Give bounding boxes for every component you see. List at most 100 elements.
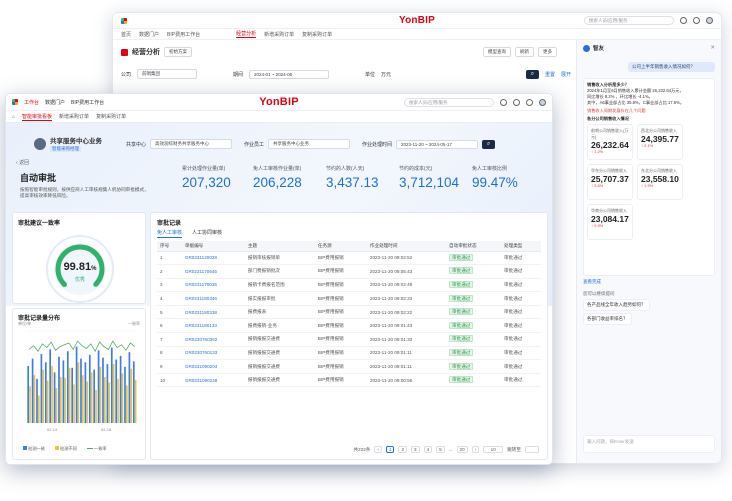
app-grid-icon[interactable] [12, 99, 18, 105]
filter-center-select[interactable]: 高效润综财务共享服务中心 [150, 139, 233, 149]
tab-new-po[interactable]: 新增采购订单 [264, 31, 294, 38]
avatar[interactable] [539, 98, 546, 106]
bar-consistent [115, 359, 118, 423]
doc-number[interactable]: GR0231180338 [181, 305, 245, 320]
suggested-prompt[interactable]: 各部门收益率排名？ [583, 313, 632, 325]
filter-staff-select[interactable]: 共享服务中心业务 [268, 139, 351, 149]
filter-center-label: 共享中心 [126, 141, 147, 148]
filter-period-select[interactable]: 2024-01 ~ 2024-06 [249, 69, 330, 79]
message-icon[interactable] [500, 98, 507, 106]
table-row[interactable]: 7 GR0230760362 报销报报交通费 BIP费用报销 2023-11-20 09… [157, 332, 541, 347]
page-button[interactable]: 1 [385, 446, 395, 453]
doc-number[interactable]: GR0230760362 [181, 332, 245, 347]
jump-input[interactable] [525, 446, 539, 453]
page-button[interactable]: 3 [411, 446, 420, 453]
tab-business-analysis[interactable]: 经营分析 [236, 30, 257, 38]
banner-title: 自动审批 [20, 173, 57, 183]
doc-number[interactable]: GR0231090228 [181, 373, 245, 388]
branch-card[interactable]: 东北分公司销售收入 23,558.10 ↑ 1.9% [637, 164, 683, 200]
table-row[interactable]: 4 GR0231180346 报实报报审批 BIP费用报销 2023-11-20 09:… [157, 291, 541, 306]
page-button[interactable]: 2 [398, 446, 408, 453]
search-button[interactable]: ⌕ [482, 139, 496, 149]
page-button[interactable]: 5 [436, 446, 445, 453]
bar-consistent [58, 356, 60, 423]
more-button[interactable]: 更多 [538, 47, 557, 57]
doc-number[interactable]: GR0231180346 [181, 291, 245, 306]
table-row[interactable]: 6 GR0231180133 报费报销-业务 BIP费用报销 2023-11-20 09… [157, 318, 541, 334]
tab-home[interactable]: 首页 [121, 31, 131, 38]
page-size-select[interactable]: 10 [483, 446, 504, 453]
branch-card[interactable]: 前哨公司销售收入(万元) 26,232.64 ↑ 1.2% [587, 124, 633, 160]
bell-icon[interactable] [680, 17, 687, 24]
view-more-link[interactable]: 查看完成 [583, 279, 715, 285]
table-row[interactable]: 3 GR0231170035 报销卡费报名范围 BIP费用报销 2023-11-20 0… [157, 278, 541, 293]
card-value: 24,395.77 [641, 134, 679, 144]
row-status: 审批通过 [446, 264, 501, 279]
tab-copy-po[interactable]: 复制采购订单 [96, 113, 126, 120]
tab-new-po[interactable]: 新增采购订单 [59, 113, 89, 120]
status-badge: 审批通过 [449, 362, 474, 370]
jump-label: 跳转至 [507, 446, 521, 452]
tab-bip-expense[interactable]: BIP费用工作台 [71, 99, 104, 106]
doc-number[interactable]: GR0231120028 [181, 251, 245, 266]
doc-number[interactable]: GR0231170645 [181, 264, 245, 279]
kpi-label: 节约的成本(元) [399, 166, 433, 172]
tab-auto-review[interactable]: 免人工审核 [157, 229, 183, 238]
chat-input[interactable]: 输入问题，按Enter发送 [583, 435, 715, 453]
plan-selector[interactable]: 初始方案 [164, 47, 192, 57]
app-grid-icon[interactable] [121, 17, 127, 24]
table-row[interactable]: 9 GR0231090204 报销报报交通费 BIP费用报销 2023-11-20 09… [157, 359, 541, 374]
close-icon[interactable]: ✕ [710, 45, 715, 51]
tab-data-portal[interactable]: 数据门户 [45, 99, 65, 106]
total-count: 共222条 [353, 446, 371, 452]
reset-link[interactable]: 重置 [545, 71, 555, 78]
page-button[interactable]: 4 [423, 446, 433, 453]
table-row[interactable]: 2 GR0231170645 部门费报销批次 BIP费用报销 2023-11-20 09… [157, 264, 541, 279]
branch-card[interactable]: 西北分公司销售收入 24,395.77 ↑ 2.1% [637, 124, 683, 160]
refresh-button[interactable]: 刷新 [515, 47, 534, 57]
row-type: 审批通过 [501, 305, 541, 320]
table-row[interactable]: 8 GR0230760133 报销报报交通费 BIP费用报销 2023-11-20 09… [157, 346, 541, 361]
bar-consistent [128, 352, 131, 423]
filter-company-select[interactable]: 前哨集团 [137, 69, 198, 79]
bar-consistent [84, 362, 87, 423]
legend-label: 检测一致 [28, 446, 45, 451]
table-row[interactable]: 1 GR0231120028 报销审核报销单 BIP费用报销 2023-11-20 09… [157, 251, 541, 266]
filter-staff-label: 作业员工 [244, 141, 265, 148]
prev-page-button[interactable]: ‹ [374, 446, 382, 453]
tab-data-portal[interactable]: 数据门户 [139, 31, 159, 38]
model-query-button[interactable]: 模型查询 [483, 47, 511, 57]
search-button[interactable]: ⌕ [525, 69, 539, 79]
tab-approval-board[interactable]: 智能审批看板 [22, 113, 53, 121]
front-search-input[interactable]: 搜索人员/应用/服务 [404, 97, 494, 107]
settings-icon[interactable] [526, 98, 533, 106]
tab-bip-expense[interactable]: BIP费用工作台 [167, 31, 200, 38]
next-page-button[interactable]: › [471, 446, 480, 453]
help-icon[interactable] [693, 17, 700, 24]
home-icon[interactable]: ⌂ [12, 114, 15, 120]
branch-card[interactable]: 华南分公司销售收入 23,084.17 ↑ 0.9% [587, 204, 633, 240]
yonbip-logo: YonBIP [398, 15, 436, 26]
tab-copy-po[interactable]: 复制采购订单 [302, 31, 332, 38]
branch-card[interactable]: 华东分公司销售收入 25,707.37 ↑ 3.6% [587, 164, 633, 200]
back-link[interactable]: ‹ 返回 [16, 159, 29, 166]
status-badge: 审批通过 [449, 308, 474, 316]
doc-number[interactable]: GR0230760133 [181, 346, 245, 361]
tab-workbench[interactable]: 工作台 [24, 99, 39, 106]
doc-number[interactable]: GR0231090204 [181, 359, 245, 374]
avatar[interactable] [706, 17, 713, 24]
page-button[interactable]: 20 [456, 446, 468, 453]
table-row[interactable]: 5 GR0231180338 报费报表 BIP费用报销 2023-11-20 09:02… [157, 305, 541, 320]
tab-manual-review[interactable]: 人工协同审核 [192, 229, 222, 238]
doc-number[interactable]: GR0231170035 [181, 278, 245, 293]
expand-link[interactable]: 展开 [561, 71, 571, 78]
back-toolbar: 模型查询 刷新 更多 [483, 47, 557, 57]
card-title: 前哨公司销售收入(万元) [591, 128, 629, 139]
suggested-prompt[interactable]: 各产品线全年收入趋势如何？ [583, 299, 650, 311]
doc-number[interactable]: GR0231180133 [181, 318, 245, 334]
bar-different [82, 375, 84, 423]
bell-icon[interactable] [513, 98, 520, 106]
back-search-input[interactable]: 搜索人员/应用/服务 [584, 16, 674, 25]
table-row[interactable]: 10 GR0231090228 报销报报交通费 BIP费用报销 2023-11-20 0… [157, 373, 541, 388]
filter-time-range[interactable]: 2023-11-20 ~ 2024-05-17 [396, 139, 479, 149]
